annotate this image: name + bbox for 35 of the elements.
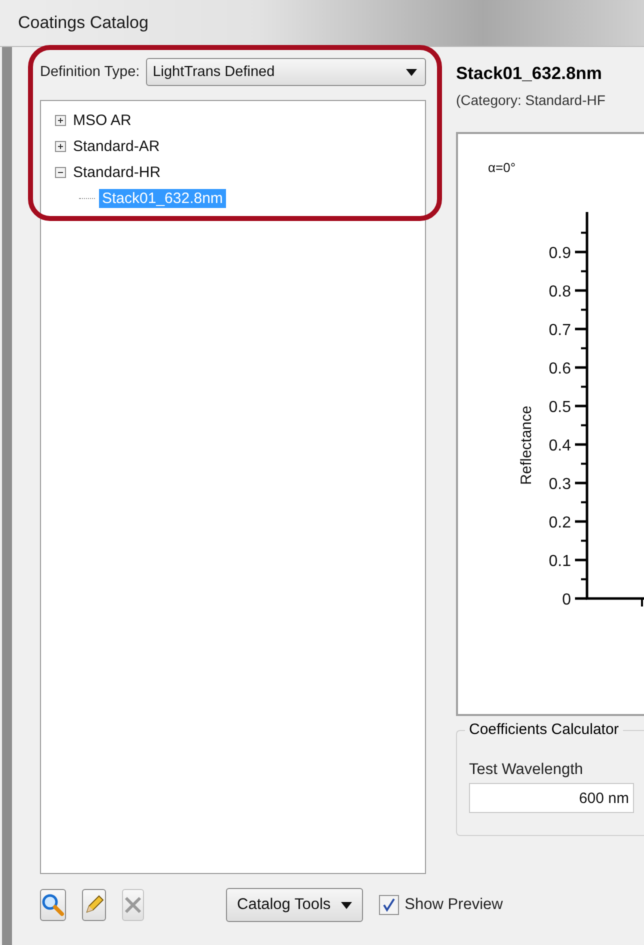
caret-icon [340, 902, 352, 908]
pencil-icon [83, 894, 105, 916]
category-label: (Category: Standard-HF [456, 92, 606, 108]
definition-type-dropdown[interactable]: LightTrans Defined [146, 58, 426, 86]
search-button[interactable] [40, 889, 66, 921]
tick-label: 0.3 [548, 476, 571, 493]
catalog-tools-button[interactable]: Catalog Tools [226, 888, 363, 922]
tick-label: 0.7 [548, 322, 571, 339]
chart-title: α=0° [488, 160, 516, 175]
expand-icon[interactable] [55, 140, 66, 152]
edit-button[interactable] [82, 889, 106, 921]
close-icon [123, 895, 143, 915]
collapse-icon[interactable] [55, 166, 66, 178]
field-label: Test Wavelength [469, 761, 584, 778]
tree-item[interactable]: Standard-AR [70, 136, 163, 156]
tick-label: 0.2 [548, 514, 571, 532]
checkbox-label: Show Preview [404, 896, 503, 914]
tick-label: 0.4 [548, 438, 571, 454]
coating-title: Stack01_632.8nm [456, 63, 603, 84]
search-icon [41, 893, 65, 917]
tree-item[interactable]: MSO AR [70, 110, 134, 130]
tick-label: 0.1 [548, 553, 571, 570]
window-title: Coatings Catalog [18, 13, 148, 33]
wavelength-field[interactable]: 600 nm [469, 783, 634, 813]
tick-label: 0.6 [548, 360, 571, 378]
expand-icon[interactable] [55, 114, 66, 126]
caret-icon [406, 68, 417, 76]
axis-label: Reflectance [518, 406, 535, 485]
tick-label: 0.9 [548, 245, 571, 262]
tick-label: 0 [562, 592, 571, 608]
tree-item[interactable]: Standard-HR [70, 162, 164, 182]
field-label: Definition Type: [40, 64, 140, 80]
tick-label: 0.5 [548, 399, 571, 416]
tick-label: 0.8 [548, 284, 571, 300]
checkbox[interactable] [378, 895, 399, 915]
